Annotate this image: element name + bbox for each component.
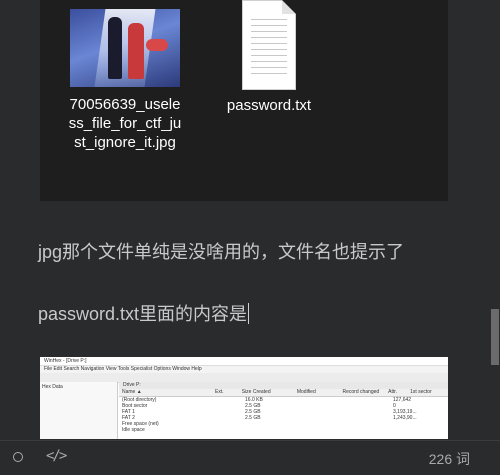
tab-drive: Drive P: <box>119 382 448 389</box>
paragraph-text[interactable]: jpg那个文件单纯是没啥用的，文件名也提示了 <box>38 238 404 264</box>
cell-size: 2.5 GB <box>245 415 261 421</box>
scrollbar-track[interactable] <box>490 0 500 440</box>
code-icon[interactable]: </> <box>46 448 67 464</box>
paragraph-text-editing[interactable]: password.txt里面的内容是 <box>38 300 250 326</box>
column-header: Modified <box>296 389 316 395</box>
column-header: Ext. <box>215 389 224 395</box>
paragraph-text: password.txt里面的内容是 <box>38 304 248 324</box>
circle-icon[interactable] <box>13 452 23 462</box>
window-title: WinHex - [Drive P:] <box>40 357 448 366</box>
menu-bar: File Edit Search Navigation View Tools S… <box>40 366 448 373</box>
left-pane: Hex Data <box>40 382 118 439</box>
file-name: password.txt <box>226 97 312 114</box>
table-row: Idle space <box>119 427 448 433</box>
column-header: 1st sector <box>410 389 432 395</box>
text-caret <box>248 303 250 324</box>
embedded-screenshot: WinHex - [Drive P:] File Edit Search Nav… <box>40 357 448 439</box>
image-thumbnail <box>70 9 180 87</box>
file-item-txt[interactable]: password.txt <box>218 0 320 115</box>
file-name: 70056639_useless_file_for_ctf_just_ignor… <box>68 96 182 151</box>
word-count: 226 词 <box>428 451 470 467</box>
column-header: Name ▲ <box>122 389 142 395</box>
cell-sector: 1,243,90... <box>393 415 417 421</box>
text-document-icon <box>242 0 296 90</box>
left-pane-label: Hex Data <box>42 384 63 390</box>
status-bar: </> 226 词 <box>0 440 500 475</box>
file-item-jpg[interactable]: 70056639_useless_file_for_ctf_just_ignor… <box>66 9 184 152</box>
cell-name: Idle space <box>122 427 145 433</box>
table-header: Name ▲ Ext. Size Created Modified Record… <box>119 389 448 397</box>
main-pane: Drive P: Name ▲ Ext. Size Created Modifi… <box>119 382 448 439</box>
column-header: Size Created <box>241 389 271 395</box>
scrollbar-thumb[interactable] <box>491 309 499 365</box>
column-header: Record changed <box>342 389 380 395</box>
file-explorer-screenshot: 70056639_useless_file_for_ctf_just_ignor… <box>40 0 448 201</box>
column-header: Attr. <box>388 389 398 395</box>
